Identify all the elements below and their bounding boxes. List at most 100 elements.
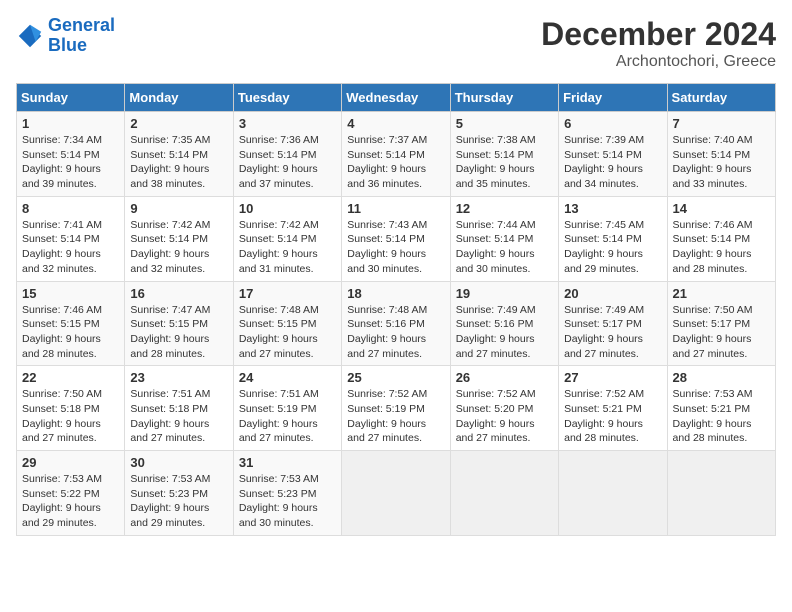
calendar-cell <box>667 451 775 536</box>
cell-info: Sunrise: 7:53 AMSunset: 5:23 PMDaylight:… <box>130 472 227 531</box>
cell-info: Sunrise: 7:35 AMSunset: 5:14 PMDaylight:… <box>130 133 227 192</box>
calendar-cell: 12Sunrise: 7:44 AMSunset: 5:14 PMDayligh… <box>450 196 558 281</box>
calendar-table: SundayMondayTuesdayWednesdayThursdayFrid… <box>16 83 776 536</box>
cell-info: Sunrise: 7:52 AMSunset: 5:20 PMDaylight:… <box>456 387 553 446</box>
logo: General Blue <box>16 16 115 56</box>
day-number: 27 <box>564 370 661 385</box>
day-number: 17 <box>239 286 336 301</box>
calendar-cell <box>450 451 558 536</box>
calendar-cell: 4Sunrise: 7:37 AMSunset: 5:14 PMDaylight… <box>342 112 450 197</box>
logo-text: General Blue <box>48 16 115 56</box>
calendar-cell: 26 Sunrise: 7:52 AMSunset: 5:20 PMDayligh… <box>450 366 558 451</box>
calendar-week-row-2: 8 Sunrise: 7:41 AMSunset: 5:14 PMDaylight… <box>17 196 776 281</box>
cell-info: Sunrise: 7:36 AMSunset: 5:14 PMDaylight:… <box>239 133 336 192</box>
cell-info: Sunrise: 7:49 AMSunset: 5:17 PMDaylight:… <box>564 303 661 362</box>
cell-info: Sunrise: 7:37 AMSunset: 5:14 PMDaylight:… <box>347 133 444 192</box>
day-number: 6 <box>564 116 661 131</box>
calendar-cell: 8 Sunrise: 7:41 AMSunset: 5:14 PMDaylight… <box>17 196 125 281</box>
calendar-cell: 18 Sunrise: 7:48 AMSunset: 5:16 PMDayligh… <box>342 281 450 366</box>
cell-info: Sunrise: 7:41 AMSunset: 5:14 PMDaylight:… <box>22 218 119 277</box>
day-number: 3 <box>239 116 336 131</box>
day-number: 28 <box>673 370 770 385</box>
calendar-cell: 17 Sunrise: 7:48 AMSunset: 5:15 PMDayligh… <box>233 281 341 366</box>
day-number: 26 <box>456 370 553 385</box>
day-number: 7 <box>673 116 770 131</box>
cell-info: Sunrise: 7:46 AMSunset: 5:15 PMDaylight:… <box>22 303 119 362</box>
col-header-thursday: Thursday <box>450 84 558 112</box>
cell-info: Sunrise: 7:39 AMSunset: 5:14 PMDaylight:… <box>564 133 661 192</box>
calendar-week-row-3: 15 Sunrise: 7:46 AMSunset: 5:15 PMDayligh… <box>17 281 776 366</box>
day-number: 23 <box>130 370 227 385</box>
cell-info: Sunrise: 7:53 AMSunset: 5:21 PMDaylight:… <box>673 387 770 446</box>
col-header-monday: Monday <box>125 84 233 112</box>
day-number: 8 <box>22 201 119 216</box>
calendar-cell: 11 Sunrise: 7:43 AMSunset: 5:14 PMDayligh… <box>342 196 450 281</box>
cell-info: Sunrise: 7:42 AMSunset: 5:14 PMDaylight:… <box>130 218 227 277</box>
day-number: 14 <box>673 201 770 216</box>
calendar-cell: 25 Sunrise: 7:52 AMSunset: 5:19 PMDayligh… <box>342 366 450 451</box>
calendar-cell: 31Sunrise: 7:53 AMSunset: 5:23 PMDayligh… <box>233 451 341 536</box>
cell-info: Sunrise: 7:48 AMSunset: 5:16 PMDaylight:… <box>347 303 444 362</box>
cell-info: Sunrise: 7:51 AMSunset: 5:18 PMDaylight:… <box>130 387 227 446</box>
calendar-cell: 5 Sunrise: 7:38 AMSunset: 5:14 PMDaylight… <box>450 112 558 197</box>
calendar-cell: 9 Sunrise: 7:42 AMSunset: 5:14 PMDaylight… <box>125 196 233 281</box>
calendar-cell: 10Sunrise: 7:42 AMSunset: 5:14 PMDayligh… <box>233 196 341 281</box>
cell-info: Sunrise: 7:47 AMSunset: 5:15 PMDaylight:… <box>130 303 227 362</box>
day-number: 16 <box>130 286 227 301</box>
cell-info: Sunrise: 7:49 AMSunset: 5:16 PMDaylight:… <box>456 303 553 362</box>
logo-icon <box>16 22 44 50</box>
day-number: 11 <box>347 201 444 216</box>
calendar-cell <box>559 451 667 536</box>
day-number: 9 <box>130 201 227 216</box>
calendar-week-row-4: 22Sunrise: 7:50 AMSunset: 5:18 PMDayligh… <box>17 366 776 451</box>
calendar-cell: 6 Sunrise: 7:39 AMSunset: 5:14 PMDaylight… <box>559 112 667 197</box>
calendar-cell: 1 Sunrise: 7:34 AMSunset: 5:14 PMDaylight… <box>17 112 125 197</box>
calendar-cell: 19Sunrise: 7:49 AMSunset: 5:16 PMDayligh… <box>450 281 558 366</box>
day-number: 20 <box>564 286 661 301</box>
calendar-cell: 22Sunrise: 7:50 AMSunset: 5:18 PMDayligh… <box>17 366 125 451</box>
calendar-cell: 29Sunrise: 7:53 AMSunset: 5:22 PMDayligh… <box>17 451 125 536</box>
calendar-cell: 13 Sunrise: 7:45 AMSunset: 5:14 PMDayligh… <box>559 196 667 281</box>
cell-info: Sunrise: 7:52 AMSunset: 5:19 PMDaylight:… <box>347 387 444 446</box>
cell-info: Sunrise: 7:50 AMSunset: 5:18 PMDaylight:… <box>22 387 119 446</box>
location-subtitle: Archontochori, Greece <box>541 53 776 71</box>
cell-info: Sunrise: 7:34 AMSunset: 5:14 PMDaylight:… <box>22 133 119 192</box>
day-number: 13 <box>564 201 661 216</box>
day-number: 1 <box>22 116 119 131</box>
day-number: 30 <box>130 455 227 470</box>
col-header-saturday: Saturday <box>667 84 775 112</box>
cell-info: Sunrise: 7:53 AMSunset: 5:23 PMDaylight:… <box>239 472 336 531</box>
title-block: December 2024 Archontochori, Greece <box>541 16 776 71</box>
day-number: 25 <box>347 370 444 385</box>
page-header: General Blue December 2024 Archontochori… <box>16 16 776 71</box>
col-header-wednesday: Wednesday <box>342 84 450 112</box>
cell-info: Sunrise: 7:48 AMSunset: 5:15 PMDaylight:… <box>239 303 336 362</box>
day-number: 15 <box>22 286 119 301</box>
col-header-friday: Friday <box>559 84 667 112</box>
cell-info: Sunrise: 7:52 AMSunset: 5:21 PMDaylight:… <box>564 387 661 446</box>
cell-info: Sunrise: 7:45 AMSunset: 5:14 PMDaylight:… <box>564 218 661 277</box>
calendar-cell: 2 Sunrise: 7:35 AMSunset: 5:14 PMDaylight… <box>125 112 233 197</box>
calendar-cell: 24Sunrise: 7:51 AMSunset: 5:19 PMDayligh… <box>233 366 341 451</box>
cell-info: Sunrise: 7:38 AMSunset: 5:14 PMDaylight:… <box>456 133 553 192</box>
cell-info: Sunrise: 7:43 AMSunset: 5:14 PMDaylight:… <box>347 218 444 277</box>
calendar-week-row-1: 1 Sunrise: 7:34 AMSunset: 5:14 PMDaylight… <box>17 112 776 197</box>
calendar-cell: 14Sunrise: 7:46 AMSunset: 5:14 PMDayligh… <box>667 196 775 281</box>
calendar-cell: 7Sunrise: 7:40 AMSunset: 5:14 PMDaylight… <box>667 112 775 197</box>
cell-info: Sunrise: 7:50 AMSunset: 5:17 PMDaylight:… <box>673 303 770 362</box>
day-number: 18 <box>347 286 444 301</box>
calendar-cell: 3 Sunrise: 7:36 AMSunset: 5:14 PMDaylight… <box>233 112 341 197</box>
calendar-cell: 30 Sunrise: 7:53 AMSunset: 5:23 PMDayligh… <box>125 451 233 536</box>
calendar-week-row-5: 29Sunrise: 7:53 AMSunset: 5:22 PMDayligh… <box>17 451 776 536</box>
calendar-cell: 21Sunrise: 7:50 AMSunset: 5:17 PMDayligh… <box>667 281 775 366</box>
day-number: 2 <box>130 116 227 131</box>
cell-info: Sunrise: 7:51 AMSunset: 5:19 PMDaylight:… <box>239 387 336 446</box>
day-number: 5 <box>456 116 553 131</box>
calendar-cell: 15 Sunrise: 7:46 AMSunset: 5:15 PMDayligh… <box>17 281 125 366</box>
calendar-cell: 20 Sunrise: 7:49 AMSunset: 5:17 PMDayligh… <box>559 281 667 366</box>
day-number: 12 <box>456 201 553 216</box>
col-header-tuesday: Tuesday <box>233 84 341 112</box>
calendar-cell: 28 Sunrise: 7:53 AMSunset: 5:21 PMDayligh… <box>667 366 775 451</box>
cell-info: Sunrise: 7:42 AMSunset: 5:14 PMDaylight:… <box>239 218 336 277</box>
calendar-cell: 27 Sunrise: 7:52 AMSunset: 5:21 PMDayligh… <box>559 366 667 451</box>
